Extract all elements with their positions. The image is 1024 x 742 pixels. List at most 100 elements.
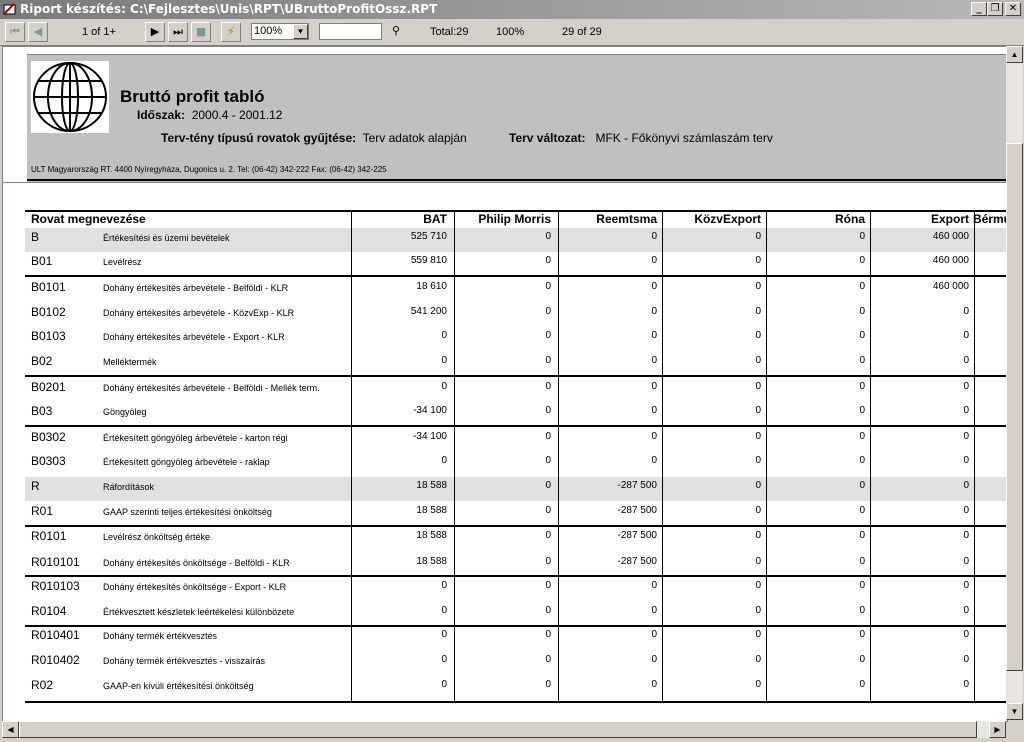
row-value: 0 xyxy=(755,629,761,640)
variant-row: Terv változat: MFK - Főkönyvi számlaszám… xyxy=(509,131,773,145)
row-value: 0 xyxy=(859,306,865,317)
row-value: -287 500 xyxy=(617,530,657,541)
period-row: Időszak: 2000.4 - 2001.12 xyxy=(137,108,282,122)
row-value: -287 500 xyxy=(617,556,657,567)
stop-button[interactable]: ■ xyxy=(191,22,211,42)
divider xyxy=(25,625,1007,627)
row-code: R010402 xyxy=(31,653,80,667)
row-value: 0 xyxy=(755,679,761,690)
row-value: 0 xyxy=(651,405,657,416)
row-code: B02 xyxy=(31,354,53,368)
last-page-button[interactable]: ⏭ xyxy=(168,22,188,42)
table-row: R010401 Dohány termék értékvesztés 0 0 0 0 0 0 xyxy=(25,626,1007,651)
row-value: -287 500 xyxy=(617,505,657,516)
scroll-down-icon[interactable]: ▼ xyxy=(1006,703,1023,720)
refresh-button[interactable]: ⚡ xyxy=(221,22,241,42)
row-value: 0 xyxy=(859,480,865,491)
row-code: B xyxy=(31,230,40,244)
row-name: GAAP szerinti teljes értékesítési önkölt… xyxy=(103,507,272,517)
row-value: 0 xyxy=(651,355,657,366)
first-page-button[interactable]: ⏮ xyxy=(5,22,25,42)
row-value: 0 xyxy=(651,255,657,266)
row-code: B0303 xyxy=(31,454,66,468)
row-value: 0 xyxy=(755,505,761,516)
last-page-icon: ⏭ xyxy=(173,25,183,38)
report-header: Bruttó profit tabló Időszak: 2000.4 - 20… xyxy=(27,54,1007,182)
row-name: Dohány termék értékvesztés xyxy=(103,631,218,641)
row-name: Levélrész xyxy=(103,257,142,267)
row-value: 0 xyxy=(545,580,551,591)
row-value: 0 xyxy=(755,281,761,292)
row-value: 0 xyxy=(651,281,657,292)
row-value: 0 xyxy=(755,381,761,392)
row-value: 18 610 xyxy=(416,281,447,292)
row-value: 0 xyxy=(545,455,551,466)
row-value: 0 xyxy=(545,654,551,665)
row-name: Dohány értékesítés önköltsége - Export -… xyxy=(103,582,287,592)
divider xyxy=(454,210,455,702)
row-value: 0 xyxy=(441,679,447,690)
row-code: B0302 xyxy=(31,430,66,444)
row-value: 0 xyxy=(963,431,969,442)
first-page-icon: ⏮ xyxy=(10,25,20,38)
row-value: 0 xyxy=(963,480,969,491)
row-value: 0 xyxy=(441,629,447,640)
row-value: 0 xyxy=(859,255,865,266)
row-value: 0 xyxy=(963,405,969,416)
close-button[interactable]: ✕ xyxy=(1005,2,1021,16)
row-value: 460 000 xyxy=(932,281,969,292)
row-value: 0 xyxy=(963,605,969,616)
search-input[interactable] xyxy=(319,23,382,40)
row-value: 0 xyxy=(859,679,865,690)
table-row: R010103 Dohány értékesítés önköltsége - E… xyxy=(25,577,1007,601)
chevron-down-icon[interactable]: ▼ xyxy=(293,24,308,39)
horizontal-scrollbar[interactable]: ◀ ▶ xyxy=(2,721,1006,738)
row-value: 0 xyxy=(963,455,969,466)
row-value: 559 810 xyxy=(410,255,447,266)
row-code: R xyxy=(31,479,40,493)
row-value: 0 xyxy=(859,530,865,541)
restore-button[interactable]: ❐ xyxy=(987,2,1003,16)
row-value: 0 xyxy=(963,530,969,541)
scroll-left-icon[interactable]: ◀ xyxy=(2,721,19,738)
collect-label: Terv-tény típusú rovatok gyűjtése: xyxy=(161,131,357,145)
scroll-thumb[interactable] xyxy=(19,721,977,738)
row-value: 0 xyxy=(755,405,761,416)
total-label: Total:29 xyxy=(430,26,469,38)
search-button[interactable]: ⚲ xyxy=(386,22,406,42)
row-value: 0 xyxy=(859,556,865,567)
row-value: 0 xyxy=(963,505,969,516)
row-value: 0 xyxy=(859,405,865,416)
divider xyxy=(27,179,1007,181)
row-code: B0102 xyxy=(31,305,66,319)
minimize-button[interactable]: _ xyxy=(971,2,987,16)
table-row: B0103 Dohány értékesítés árbevétele - Exp… xyxy=(25,327,1007,351)
row-value: 0 xyxy=(755,654,761,665)
vertical-scrollbar[interactable]: ▲ ▼ xyxy=(1006,46,1023,720)
report-view[interactable]: Bruttó profit tabló Időszak: 2000.4 - 20… xyxy=(2,46,1008,722)
row-value: 0 xyxy=(545,431,551,442)
scroll-thumb[interactable] xyxy=(1006,143,1023,671)
prev-page-button[interactable]: ◀ xyxy=(28,22,48,42)
window-title: Riport készítés: C:\Fejlesztes\Unis\RPT\… xyxy=(20,2,438,16)
next-page-button[interactable]: ▶ xyxy=(145,22,165,42)
binoculars-icon: ⚲ xyxy=(391,24,401,37)
row-value: 0 xyxy=(651,605,657,616)
scroll-up-icon[interactable]: ▲ xyxy=(1006,46,1023,63)
row-value: 0 xyxy=(755,455,761,466)
row-value: 0 xyxy=(755,480,761,491)
row-name: GAAP-en kívüli értékesítési önköltség xyxy=(103,681,254,691)
column-header: BAT xyxy=(423,212,447,226)
row-value: 0 xyxy=(545,281,551,292)
column-header: KözvExport xyxy=(694,212,761,226)
scroll-right-icon[interactable]: ▶ xyxy=(989,721,1006,738)
app-icon xyxy=(3,3,16,15)
divider xyxy=(25,701,1007,703)
collect-row: Terv-tény típusú rovatok gyűjtése: Terv … xyxy=(161,131,467,145)
divider xyxy=(25,275,1007,277)
row-value: 0 xyxy=(755,255,761,266)
row-value: 0 xyxy=(651,306,657,317)
row-name: Göngyöleg xyxy=(103,407,147,417)
column-header: Philip Morris xyxy=(478,212,551,226)
divider xyxy=(25,575,1007,577)
